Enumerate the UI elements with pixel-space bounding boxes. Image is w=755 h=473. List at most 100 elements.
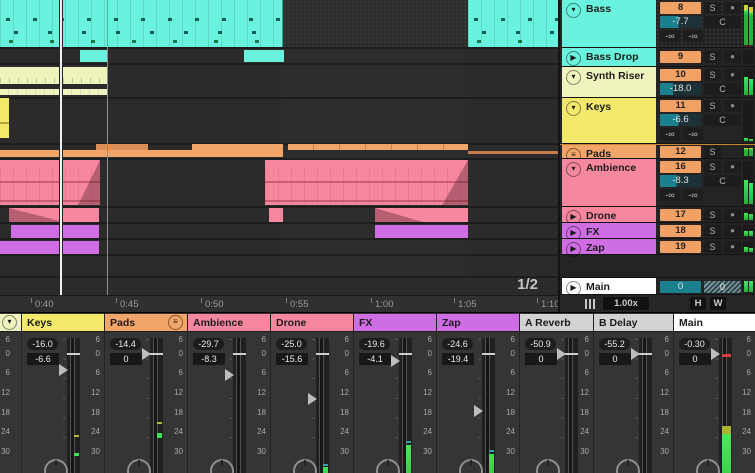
- monitor-icon[interactable]: ●: [724, 225, 741, 237]
- width-zoom-button[interactable]: W: [710, 297, 726, 310]
- pan-control[interactable]: C: [704, 16, 741, 28]
- fader-value[interactable]: 0: [110, 353, 142, 365]
- solo-button[interactable]: S: [704, 51, 721, 63]
- clip-pads-5[interactable]: [468, 151, 558, 154]
- monitor-icon[interactable]: ●: [724, 161, 741, 173]
- track-activator[interactable]: 8: [660, 2, 701, 14]
- arm-icon[interactable]: ●: [724, 241, 741, 253]
- peak-level[interactable]: -16.0: [27, 338, 58, 350]
- clip-fx-2[interactable]: [375, 225, 468, 238]
- clip-keys-1[interactable]: [0, 98, 9, 138]
- play-circle-icon[interactable]: ▶: [566, 51, 581, 66]
- playback-speed[interactable]: 1.00x: [603, 297, 649, 310]
- volume-slider[interactable]: -18.0: [660, 83, 701, 95]
- play-circle-icon[interactable]: ▶: [566, 281, 581, 296]
- solo-button[interactable]: S: [704, 241, 721, 253]
- fader-handle[interactable]: [391, 355, 400, 367]
- clip-pads-4[interactable]: [0, 150, 283, 157]
- track-header-drone[interactable]: ▶ Drone: [562, 207, 656, 222]
- pan-knob[interactable]: [210, 459, 234, 473]
- clip-synthriser-1[interactable]: [0, 67, 107, 84]
- fader-value[interactable]: -15.6: [276, 353, 308, 365]
- clip-bass-1[interactable]: [0, 0, 283, 47]
- clip-pads-3[interactable]: [288, 144, 468, 150]
- unfold-icon[interactable]: ▾: [566, 101, 581, 116]
- track-activator[interactable]: 19: [660, 241, 701, 253]
- solo-button[interactable]: S: [704, 161, 721, 173]
- clip-bassdrop-2[interactable]: [244, 50, 284, 62]
- volume-fader[interactable]: [150, 338, 163, 473]
- track-header-bassdrop[interactable]: ▶ Bass Drop: [562, 48, 656, 66]
- send-a[interactable]: -∞: [660, 30, 680, 42]
- arm-icon[interactable]: ●: [724, 100, 741, 112]
- track-activator[interactable]: 9: [660, 51, 701, 63]
- fader-handle[interactable]: [557, 348, 566, 360]
- audition-icon[interactable]: [585, 299, 597, 309]
- fader-handle[interactable]: [474, 405, 483, 417]
- unfold-icon[interactable]: ▾: [566, 162, 581, 177]
- playhead[interactable]: [60, 0, 62, 295]
- time-ruler[interactable]: 0:40 0:45 0:50 0:55 1:00 1:05 1:10: [0, 295, 558, 312]
- fader-handle[interactable]: [59, 364, 68, 376]
- fader-handle[interactable]: [225, 369, 234, 381]
- pan-knob[interactable]: [44, 459, 68, 473]
- volume-fader[interactable]: [482, 338, 495, 473]
- fader-value[interactable]: -4.1: [359, 353, 391, 365]
- fader-handle[interactable]: [711, 348, 720, 360]
- volume-fader[interactable]: [719, 338, 732, 473]
- track-activator[interactable]: 10: [660, 69, 701, 81]
- peak-level[interactable]: -19.6: [359, 338, 390, 350]
- fader-handle[interactable]: [142, 348, 151, 360]
- clip-ambience-2[interactable]: [265, 160, 468, 205]
- fader-handle[interactable]: [308, 393, 317, 405]
- unfold-icon[interactable]: ▾: [566, 70, 581, 85]
- fader-value[interactable]: -6.6: [27, 353, 59, 365]
- track-activator[interactable]: 12: [660, 146, 701, 158]
- arrangement-area[interactable]: 1/2 0:40 0:45 0:50 0:55 1:00 1:05 1:10: [0, 0, 558, 312]
- track-header-main[interactable]: ▶ Main: [562, 278, 656, 294]
- volume-slider[interactable]: -7.7: [660, 16, 701, 28]
- send-b[interactable]: -∞: [683, 189, 703, 201]
- track-header-bass[interactable]: ▾ Bass: [562, 0, 656, 47]
- send-b[interactable]: -∞: [683, 128, 703, 140]
- fader-value[interactable]: -8.3: [193, 353, 225, 365]
- fader-value[interactable]: 0: [525, 353, 557, 365]
- peak-level[interactable]: -24.6: [442, 338, 473, 350]
- pan-knob[interactable]: [616, 459, 640, 473]
- track-header-synthriser[interactable]: ▾ Synth Riser: [562, 67, 656, 97]
- arm-icon[interactable]: ●: [724, 2, 741, 14]
- peak-level[interactable]: -0.30: [679, 338, 710, 350]
- solo-button[interactable]: S: [704, 146, 721, 158]
- main-pan-slider[interactable]: 0: [704, 281, 741, 293]
- send-a[interactable]: -∞: [660, 128, 680, 140]
- pan-control[interactable]: C: [704, 175, 741, 187]
- track-header-fx[interactable]: ▶ FX: [562, 223, 656, 238]
- peak-level[interactable]: -14.4: [110, 338, 141, 350]
- volume-fader[interactable]: [233, 338, 246, 473]
- pan-control[interactable]: C: [704, 83, 741, 95]
- pan-knob[interactable]: [293, 459, 317, 473]
- volume-slider[interactable]: -6.6: [660, 114, 701, 126]
- fader-value[interactable]: 0: [679, 353, 711, 365]
- pan-knob[interactable]: [696, 459, 720, 473]
- track-header-keys[interactable]: ▾ Keys: [562, 98, 656, 143]
- volume-fader[interactable]: [67, 338, 80, 473]
- track-activator[interactable]: 11: [660, 100, 701, 112]
- fader-handle[interactable]: [631, 348, 640, 360]
- arm-icon[interactable]: ●: [724, 69, 741, 81]
- pan-knob[interactable]: [127, 459, 151, 473]
- volume-fader[interactable]: [639, 338, 652, 473]
- clip-drone-1[interactable]: [9, 208, 99, 222]
- clip-fx-1[interactable]: [11, 225, 99, 238]
- clip-bass-2[interactable]: [468, 0, 558, 47]
- clip-zap-1[interactable]: [0, 241, 99, 254]
- track-header-ambience[interactable]: ▾ Ambience: [562, 159, 656, 206]
- peak-level[interactable]: -55.2: [599, 338, 630, 350]
- solo-button[interactable]: S: [704, 2, 721, 14]
- send-a[interactable]: -∞: [660, 189, 680, 201]
- volume-fader[interactable]: [316, 338, 329, 473]
- pan-knob[interactable]: [536, 459, 560, 473]
- peak-level[interactable]: -25.0: [276, 338, 307, 350]
- clip-bassdrop-1[interactable]: [80, 50, 107, 62]
- fader-value[interactable]: 0: [599, 353, 631, 365]
